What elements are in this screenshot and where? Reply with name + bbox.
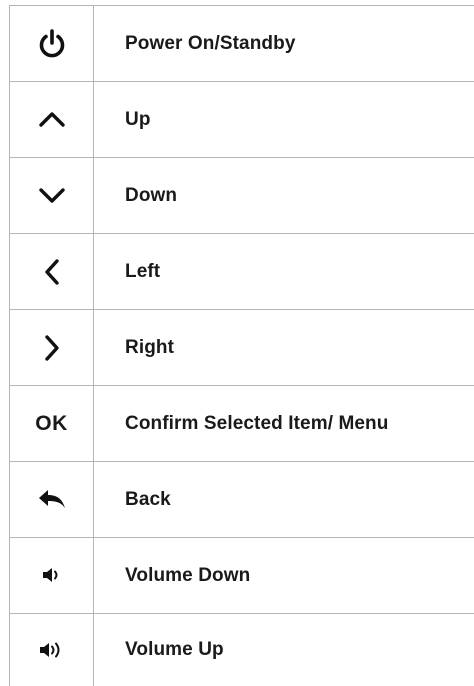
volume-down-icon [42,567,62,583]
table-row: Back [10,462,474,538]
icon-cell [10,158,94,234]
remote-keys-table: Power On/Standby Up Down [9,5,474,686]
key-label: Right [94,310,474,386]
icon-cell [10,82,94,158]
key-label: Down [94,158,474,234]
chevron-up-icon [38,110,66,128]
table-row: Up [10,82,474,158]
ok-key-text: OK [35,412,68,435]
volume-up-icon [39,641,65,659]
icon-cell [10,462,94,538]
table-row: Right [10,310,474,386]
key-label: Volume Down [94,538,474,614]
table-row: Down [10,158,474,234]
key-label: Up [94,82,474,158]
icon-cell [10,538,94,614]
table-row: Volume Up [10,614,474,686]
key-label: Power On/Standby [94,6,474,82]
icon-cell: OK [10,386,94,462]
table-row: Power On/Standby [10,6,474,82]
chevron-down-icon [38,186,66,204]
key-label: Volume Up [94,614,474,686]
icon-cell [10,6,94,82]
key-label: Left [94,234,474,310]
table-row: OK Confirm Selected Item/ Menu [10,386,474,462]
table-row: Left [10,234,474,310]
key-label: Confirm Selected Item/ Menu [94,386,474,462]
icon-cell [10,310,94,386]
back-arrow-icon [37,489,67,511]
chevron-left-icon [43,258,61,286]
icon-cell [10,234,94,310]
table-row: Volume Down [10,538,474,614]
power-icon [37,28,67,60]
chevron-right-icon [43,334,61,362]
icon-cell [10,614,94,686]
key-label: Back [94,462,474,538]
